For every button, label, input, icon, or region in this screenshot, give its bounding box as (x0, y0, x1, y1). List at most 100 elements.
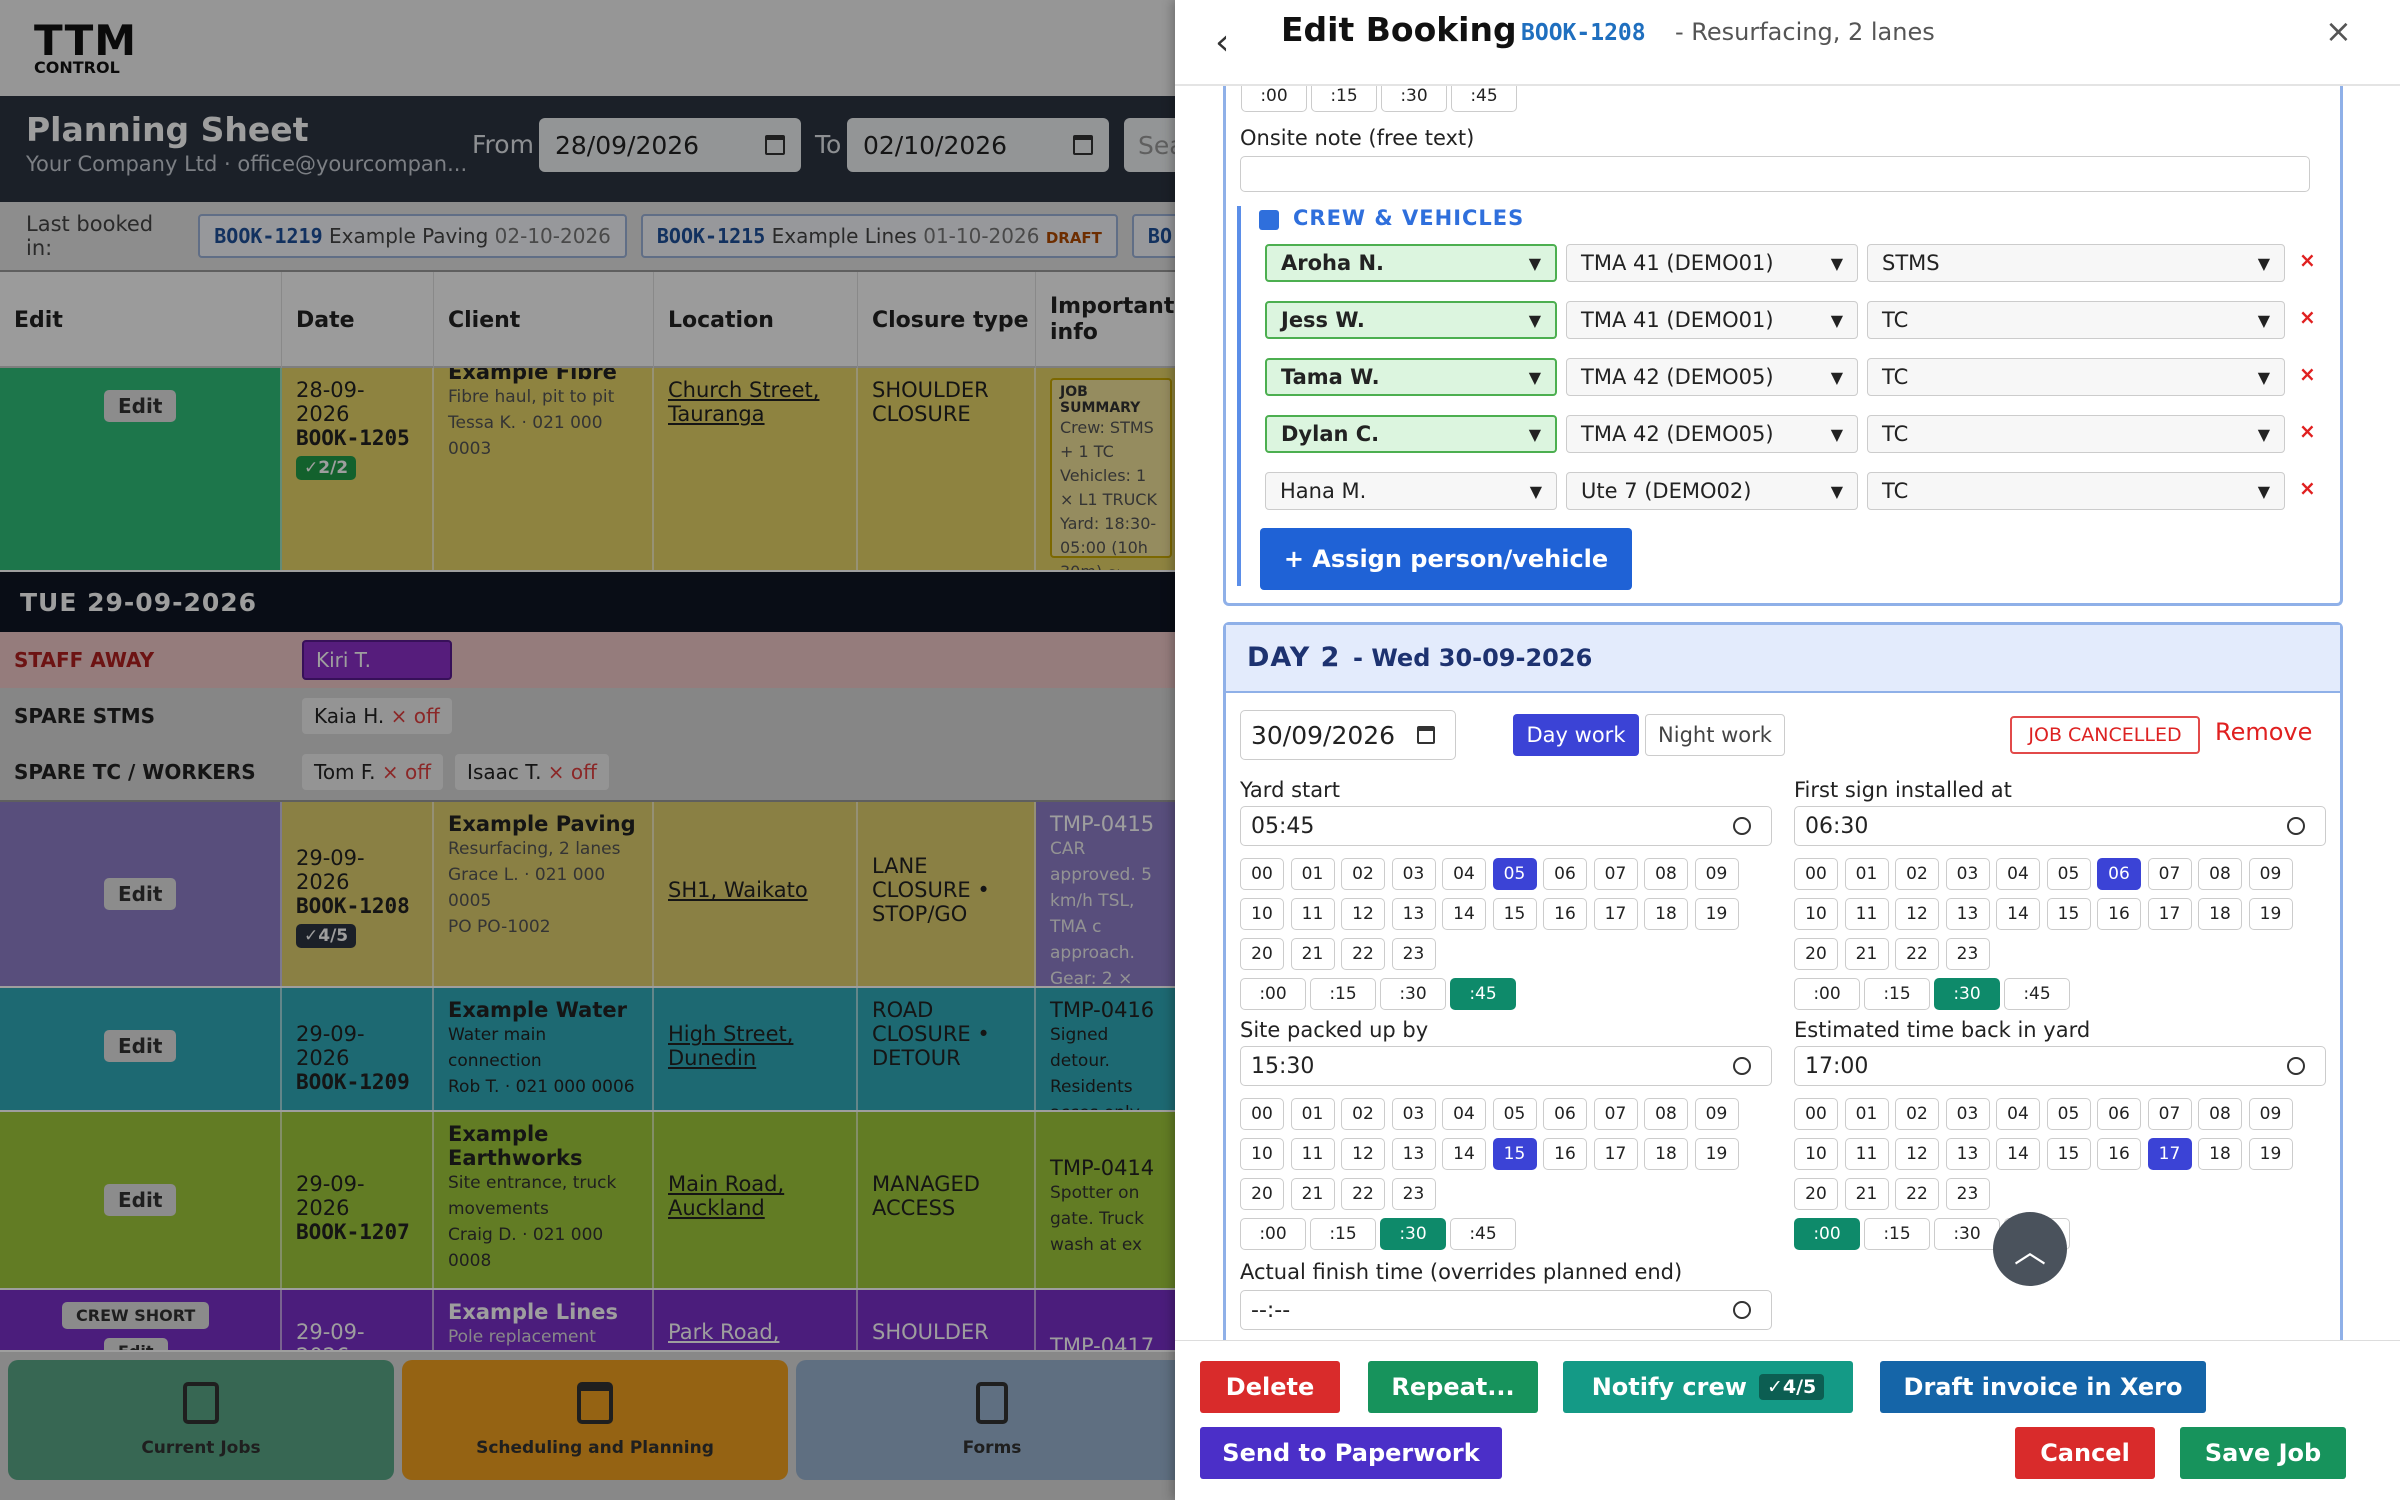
time-input[interactable]: 17:00 (1794, 1046, 2326, 1086)
hour-button[interactable]: 15 (1492, 1138, 1537, 1170)
hour-button[interactable]: 12 (1895, 898, 1939, 930)
hour-button[interactable]: 19 (2248, 898, 2293, 930)
hour-button[interactable]: 06 (2097, 1098, 2141, 1130)
row-code[interactable]: BOOK-1205 (296, 426, 418, 450)
minute-button[interactable]: :00 (1240, 978, 1306, 1010)
hour-button[interactable]: 23 (1391, 938, 1436, 970)
edit-button[interactable]: Edit (104, 878, 177, 910)
hour-button[interactable]: 12 (1341, 898, 1385, 930)
location-link[interactable]: Church Street, Tauranga (668, 378, 842, 426)
job-cancelled-button[interactable]: JOB CANCELLED (2010, 716, 2200, 754)
row-code[interactable]: BOOK-1209 (296, 1070, 418, 1094)
minute-button[interactable]: :45 (2004, 978, 2070, 1010)
hour-button[interactable]: 06 (1543, 858, 1587, 890)
hour-button[interactable]: 10 (1240, 1138, 1284, 1170)
hour-button[interactable]: 20 (1794, 1178, 1838, 1210)
hour-button[interactable]: 14 (1996, 1138, 2040, 1170)
hour-button[interactable]: 17 (2147, 898, 2192, 930)
hour-button[interactable]: 15 (2046, 1138, 2091, 1170)
hour-button[interactable]: 21 (1844, 1178, 1889, 1210)
hour-button[interactable]: 21 (1290, 1178, 1335, 1210)
minute-button[interactable]: :30 (1381, 86, 1447, 112)
hour-button[interactable]: 09 (1694, 858, 1739, 890)
minute-button[interactable]: :15 (1311, 86, 1377, 112)
day-work-toggle[interactable]: Day work (1513, 714, 1639, 756)
hour-button[interactable]: 16 (2097, 898, 2141, 930)
hour-button[interactable]: 06 (1543, 1098, 1587, 1130)
hour-button[interactable]: 02 (1895, 858, 1939, 890)
time-input[interactable]: 05:45 (1240, 806, 1772, 846)
hour-button[interactable]: 15 (1492, 898, 1537, 930)
crew-vehicle-select[interactable]: Ute 7 (DEMO02) ▼ (1566, 472, 1858, 510)
hour-button[interactable]: 02 (1341, 858, 1385, 890)
minute-button[interactable]: :45 (1450, 978, 1516, 1010)
to-date-input[interactable]: 02/10/2026 (847, 118, 1109, 172)
actual-finish-input[interactable]: --:-- (1240, 1290, 1772, 1330)
minute-button[interactable]: :45 (1450, 1218, 1516, 1250)
hour-button[interactable]: 09 (2248, 1098, 2293, 1130)
hour-button[interactable]: 07 (2147, 1098, 2192, 1130)
onsite-note-input[interactable] (1240, 156, 2310, 192)
hour-button[interactable]: 23 (1945, 938, 1990, 970)
hour-button[interactable]: 11 (1290, 898, 1335, 930)
hour-button[interactable]: 02 (1341, 1098, 1385, 1130)
hour-button[interactable]: 03 (1945, 858, 1990, 890)
crew-role-select[interactable]: TC ▼ (1867, 301, 2285, 339)
row-code[interactable]: BOOK-1207 (296, 1220, 418, 1244)
col-closure-type[interactable]: Closure type (858, 272, 1036, 368)
hour-button[interactable]: 10 (1794, 1138, 1838, 1170)
crew-role-select[interactable]: STMS ▼ (1867, 244, 2285, 282)
hour-button[interactable]: 11 (1290, 1138, 1335, 1170)
hour-button[interactable]: 09 (1694, 1098, 1739, 1130)
back-chevron-icon[interactable]: ‹ (1215, 22, 1229, 63)
minute-button[interactable]: :45 (1451, 86, 1517, 112)
hour-button[interactable]: 08 (1644, 1098, 1688, 1130)
staff-pill[interactable]: Tom F. × off (302, 754, 444, 790)
remove-crew-button[interactable]: × (2299, 248, 2316, 272)
delete-button[interactable]: Delete (1200, 1361, 1340, 1413)
tile-current-jobs[interactable]: Current Jobs (8, 1360, 394, 1480)
hour-button[interactable]: 10 (1794, 898, 1838, 930)
location-link[interactable]: Main Road, Auckland (668, 1172, 842, 1220)
col-important-info[interactable]: Important info (1036, 272, 1188, 368)
hour-button[interactable]: 03 (1391, 858, 1436, 890)
scroll-to-top-button[interactable]: ︿ (1993, 1212, 2067, 1286)
hour-button[interactable]: 03 (1945, 1098, 1990, 1130)
minute-button[interactable]: :15 (1310, 978, 1376, 1010)
hour-button[interactable]: 18 (1644, 1138, 1688, 1170)
hour-button[interactable]: 04 (1996, 858, 2040, 890)
tile-forms[interactable]: Forms (796, 1360, 1188, 1480)
hour-button[interactable]: 01 (1844, 858, 1889, 890)
from-date-input[interactable]: 28/09/2026 (539, 118, 801, 172)
hour-button[interactable]: 19 (2248, 1138, 2293, 1170)
hour-button[interactable]: 11 (1844, 898, 1889, 930)
hour-button[interactable]: 00 (1794, 1098, 1838, 1130)
minute-button[interactable]: :00 (1794, 1218, 1860, 1250)
crew-vehicle-select[interactable]: TMA 42 (DEMO05) ▼ (1566, 358, 1858, 396)
day2-date-input[interactable]: 30/09/2026 (1240, 710, 1456, 760)
mark-off-button[interactable]: × off (382, 760, 431, 784)
remove-day-button[interactable]: Remove (2215, 718, 2312, 746)
night-work-toggle[interactable]: Night work (1645, 714, 1785, 756)
row-code[interactable]: BOOK-1208 (296, 894, 418, 918)
hour-button[interactable]: 14 (1996, 898, 2040, 930)
hour-button[interactable]: 14 (1442, 898, 1486, 930)
crew-role-select[interactable]: TC ▼ (1867, 358, 2285, 396)
crew-vehicle-select[interactable]: TMA 41 (DEMO01) ▼ (1566, 301, 1858, 339)
crew-person-select[interactable]: Dylan C. ▼ (1265, 415, 1557, 453)
edit-button[interactable]: Edit (104, 1338, 168, 1350)
hour-button[interactable]: 16 (2097, 1138, 2141, 1170)
hour-button[interactable]: 01 (1844, 1098, 1889, 1130)
hour-button[interactable]: 05 (1492, 858, 1537, 890)
mark-off-button[interactable]: × off (391, 704, 440, 728)
hour-button[interactable]: 07 (2147, 858, 2192, 890)
hour-button[interactable]: 07 (1593, 1098, 1638, 1130)
minute-button[interactable]: :00 (1240, 1218, 1306, 1250)
crew-person-select[interactable]: Aroha N. ▼ (1265, 244, 1557, 282)
hour-button[interactable]: 13 (1945, 1138, 1990, 1170)
minute-button[interactable]: :30 (1934, 1218, 2000, 1250)
hour-button[interactable]: 13 (1391, 1138, 1436, 1170)
hour-button[interactable]: 15 (2046, 898, 2091, 930)
hour-button[interactable]: 23 (1391, 1178, 1436, 1210)
save-job-button[interactable]: Save Job (2180, 1427, 2346, 1479)
